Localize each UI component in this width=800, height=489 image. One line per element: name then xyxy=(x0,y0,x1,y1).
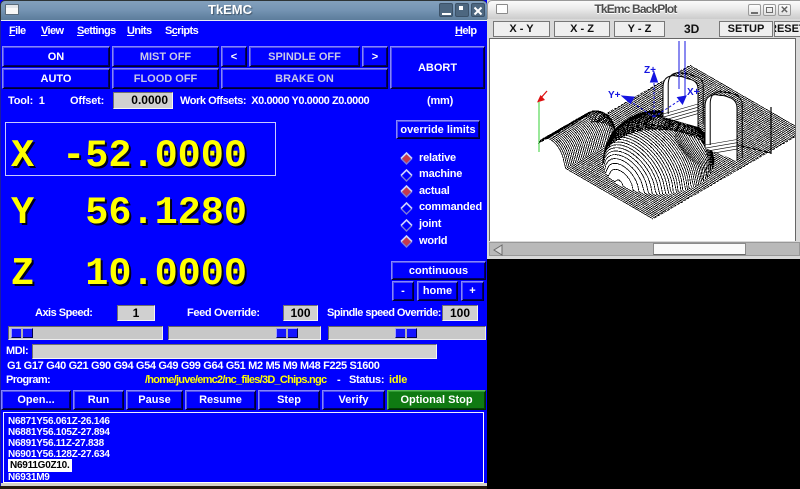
svg-text:Y+: Y+ xyxy=(608,90,621,101)
svg-text:Z+: Z+ xyxy=(644,65,656,76)
svg-text:X+: X+ xyxy=(687,87,700,98)
